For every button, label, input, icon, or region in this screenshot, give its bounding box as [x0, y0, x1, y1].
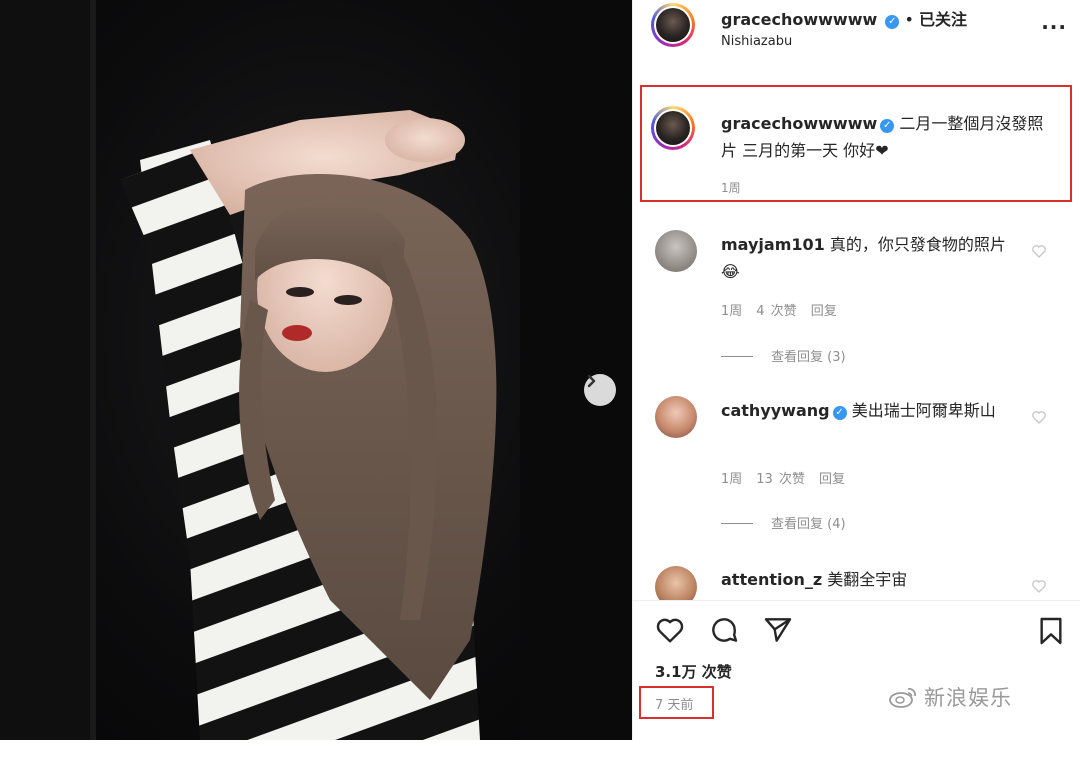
verified-badge-icon: ✓: [885, 15, 900, 29]
comment-partial: attention_z 美翻全宇宙: [633, 560, 1080, 600]
comment-text-block: mayjam101 真的，你只發食物的照片😂: [721, 231, 1021, 285]
comment-likes[interactable]: 13 次赞: [756, 472, 805, 487]
chevron-right-icon: [587, 374, 596, 388]
more-options-icon[interactable]: ...: [1041, 10, 1067, 34]
watermark: 新浪娱乐: [888, 682, 1012, 712]
comment-text: 美翻全宇宙: [827, 570, 908, 589]
caption-highlight-box: [640, 85, 1072, 202]
bookmark-icon[interactable]: [1035, 614, 1067, 648]
time-highlight-box: [639, 686, 714, 719]
separator-dot: •: [904, 10, 914, 29]
author-avatar[interactable]: [651, 3, 695, 47]
view-replies-button[interactable]: 查看回复 (4): [721, 513, 846, 532]
verified-badge-icon: ✓: [832, 406, 847, 420]
comment-reply-button[interactable]: 回复: [819, 472, 845, 487]
send-icon[interactable]: [761, 614, 795, 646]
comment-like-icon[interactable]: [1031, 243, 1047, 259]
comment-icon[interactable]: [707, 614, 741, 646]
divider: [633, 600, 1080, 601]
weibo-logo-icon: [889, 688, 916, 708]
comment-like-icon[interactable]: [1031, 409, 1047, 425]
divider-line: [721, 356, 753, 357]
comment-username[interactable]: cathyywang: [721, 401, 830, 420]
view-replies-button[interactable]: 查看回复 (3): [721, 346, 846, 365]
comment-avatar[interactable]: [655, 566, 697, 600]
comment-meta: 1周 4 次赞 回复: [721, 300, 851, 319]
comment-likes[interactable]: 4 次赞: [756, 304, 796, 319]
comment-meta: 1周 13 次赞 回复: [721, 468, 859, 487]
comment-username[interactable]: attention_z: [721, 570, 822, 589]
action-bar: [633, 612, 1080, 652]
next-photo-button[interactable]: [584, 374, 616, 406]
comment-avatar[interactable]: [655, 396, 697, 438]
author-username[interactable]: gracechowwwww: [721, 10, 877, 29]
follow-status-button[interactable]: 已关注: [919, 10, 967, 29]
comment-username[interactable]: mayjam101: [721, 235, 825, 254]
post-header: gracechowwwww ✓ • 已关注 Nishiazabu ...: [633, 0, 1080, 60]
heart-icon[interactable]: [653, 614, 687, 646]
divider-line: [721, 523, 753, 524]
watermark-text: 新浪娱乐: [924, 686, 1012, 710]
post-location[interactable]: Nishiazabu: [721, 34, 792, 49]
post-photo: [0, 0, 632, 740]
comment-avatar[interactable]: [655, 230, 697, 272]
comment-reply-button[interactable]: 回复: [811, 304, 837, 319]
page-bottom-margin: [0, 740, 1080, 765]
author-line: gracechowwwww ✓ • 已关注: [721, 6, 967, 30]
view-replies-label: 查看回复 (3): [771, 350, 846, 365]
comment-like-icon[interactable]: [1031, 578, 1047, 594]
view-replies-label: 查看回复 (4): [771, 517, 846, 532]
comment-time[interactable]: 1周: [721, 304, 742, 319]
photo-illustration: [0, 0, 632, 740]
comment-text-block: cathyywang ✓ 美出瑞士阿爾卑斯山: [721, 397, 1021, 424]
comment-time[interactable]: 1周: [721, 472, 742, 487]
likes-count[interactable]: 3.1万 次赞: [655, 661, 732, 682]
comment-text-block: attention_z 美翻全宇宙: [721, 566, 1021, 593]
comment-text: 美出瑞士阿爾卑斯山: [851, 401, 996, 420]
